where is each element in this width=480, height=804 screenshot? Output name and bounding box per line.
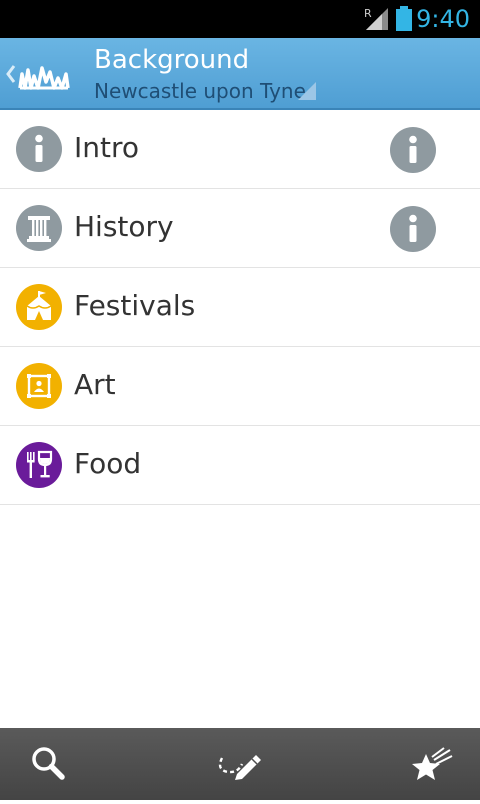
favorites-button[interactable] <box>380 728 480 800</box>
info-icon[interactable] <box>390 206 436 252</box>
route-edit-icon <box>218 755 261 780</box>
fork-wine-icon <box>16 442 62 488</box>
back-chevron-icon <box>6 65 16 83</box>
list-item-label: Food <box>74 447 142 480</box>
list-item-label: Festivals <box>74 289 196 322</box>
category-list: Intro History Festivals Art Food <box>0 110 480 505</box>
battery-icon <box>396 6 412 31</box>
status-bar: R 9:40 <box>0 0 480 38</box>
action-bar: Background Newcastle upon Tyne <box>0 38 480 110</box>
list-item-art[interactable]: Art <box>0 347 480 426</box>
list-item-label: History <box>74 210 174 243</box>
info-icon[interactable] <box>390 127 436 173</box>
list-item-label: Intro <box>74 131 140 164</box>
up-navigation-button[interactable] <box>0 38 84 108</box>
info-icon <box>16 126 62 172</box>
list-item-festivals[interactable]: Festivals <box>0 268 480 347</box>
location-spinner[interactable]: Newcastle upon Tyne <box>94 78 306 104</box>
clock: 9:40 <box>416 5 470 33</box>
picture-frame-icon <box>16 363 62 409</box>
list-item-intro[interactable]: Intro <box>0 110 480 189</box>
roaming-indicator: R <box>364 7 372 20</box>
list-item-food[interactable]: Food <box>0 426 480 505</box>
spinner-dropdown-icon <box>298 82 316 100</box>
list-item-label: Art <box>74 368 116 401</box>
search-icon <box>32 747 65 780</box>
column-icon <box>16 205 62 251</box>
screen-title: Background <box>94 45 250 75</box>
skyline-icon <box>18 66 70 90</box>
signal-icon: R <box>364 7 388 30</box>
route-edit-button[interactable] <box>190 728 290 800</box>
favorites-star-icon <box>412 747 453 780</box>
tent-icon <box>16 284 62 330</box>
bottom-toolbar <box>0 728 480 800</box>
search-button[interactable] <box>0 728 100 800</box>
list-item-history[interactable]: History <box>0 189 480 268</box>
